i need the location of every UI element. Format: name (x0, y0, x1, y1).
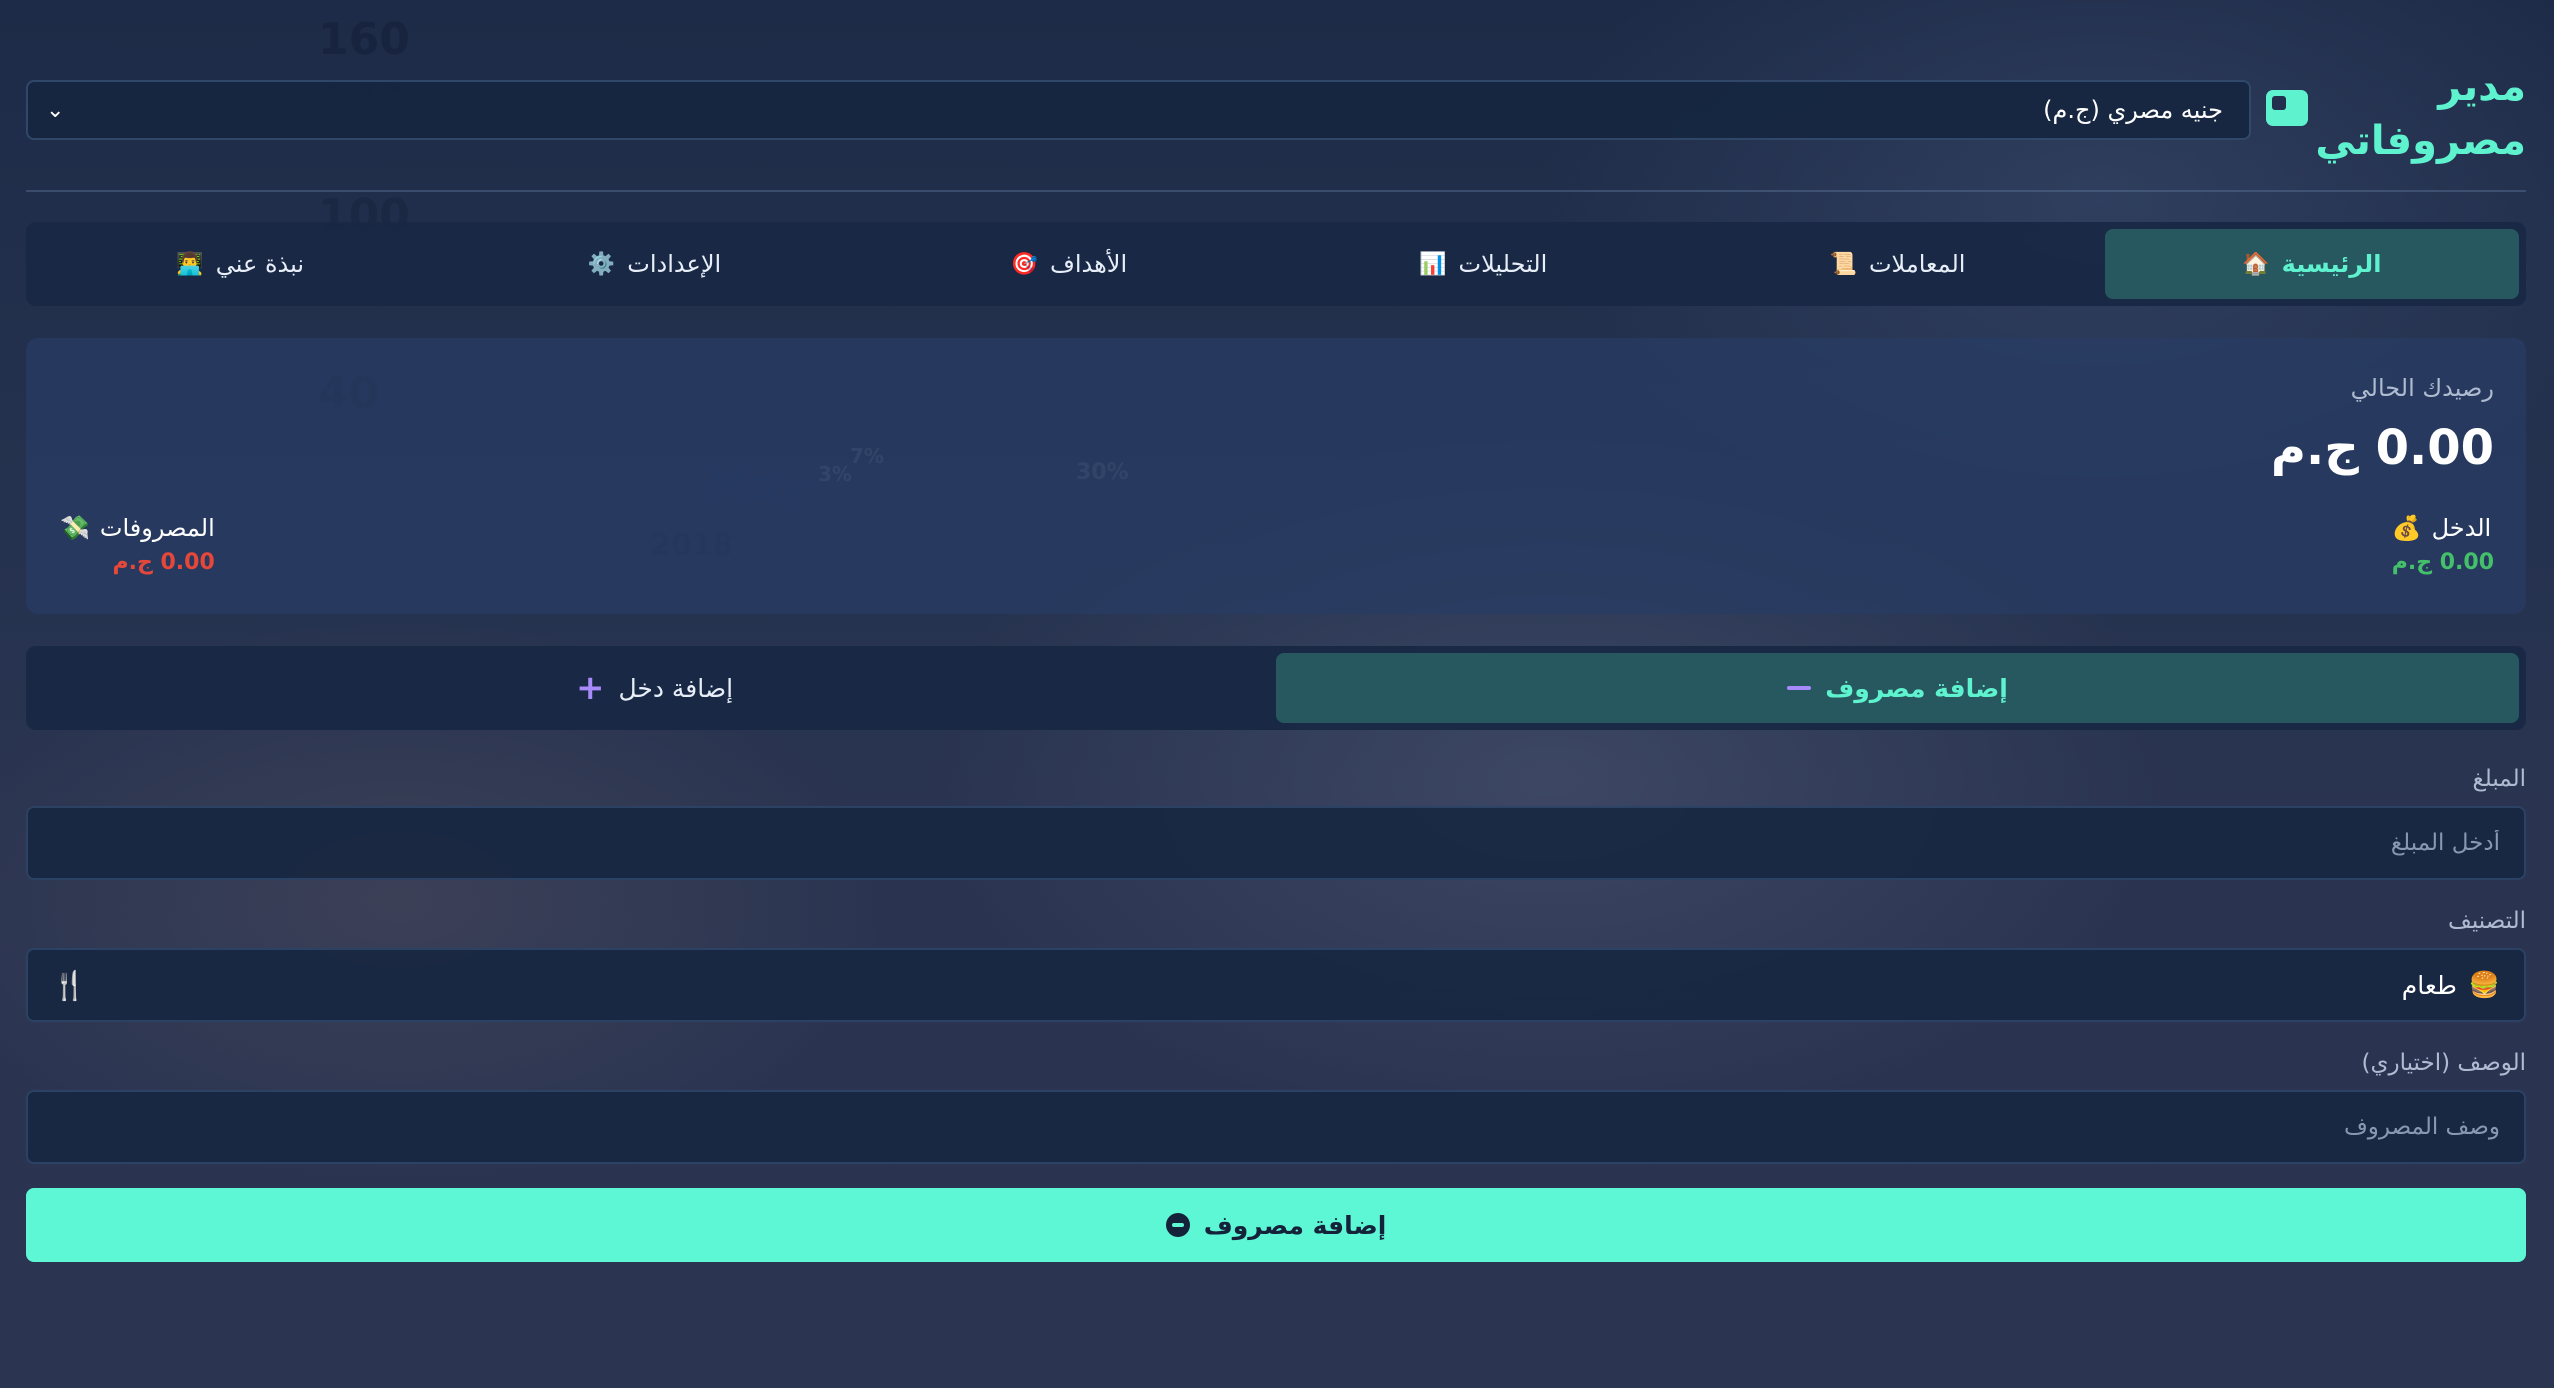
description-input[interactable] (52, 1114, 2500, 1140)
target-icon: 🎯 (1010, 251, 1038, 277)
amount-field (26, 806, 2526, 880)
category-value: طعام (2401, 970, 2457, 1000)
header-divider (26, 190, 2526, 192)
add-income-toggle[interactable]: إضافة دخل + (33, 653, 1276, 723)
brand: مدير مصروفاتي (2266, 60, 2526, 168)
tab-transactions-label: المعاملات (1868, 250, 1966, 278)
expense-summary: المصروفات 💸 0.00 ج.م (60, 514, 215, 575)
description-field (26, 1090, 2526, 1164)
scroll-icon: 📜 (1829, 251, 1857, 277)
tab-about[interactable]: نبذة عني 👨‍💻 (33, 229, 447, 299)
balance-amount: 0.00 ج.م (2270, 420, 2494, 476)
utensils-icon: 🍴 (52, 968, 87, 1002)
income-summary: الدخل 💰 0.00 ج.م (2392, 514, 2494, 575)
amount-input[interactable] (52, 830, 2500, 856)
gear-icon: ⚙️ (587, 251, 616, 277)
minus-icon (1787, 686, 1812, 690)
category-label: التصنيف (2448, 908, 2526, 934)
money-wings-icon: 💸 (60, 514, 90, 542)
tab-home-label: الرئيسية (2281, 250, 2382, 278)
transaction-type-toggle: إضافة مصروف إضافة دخل + (26, 646, 2526, 730)
add-expense-toggle[interactable]: إضافة مصروف (1276, 653, 2519, 723)
amount-label: المبلغ (2472, 766, 2527, 792)
tab-settings[interactable]: الإعدادات ⚙️ (447, 229, 861, 299)
category-select[interactable]: 🍔 طعام 🍴 (26, 948, 2526, 1022)
income-value: 0.00 ج.م (2391, 550, 2494, 575)
tab-home[interactable]: الرئيسية 🏠 (2104, 229, 2519, 299)
description-label: الوصف (اختياري) (2361, 1050, 2526, 1076)
category-selected: 🍔 طعام (2402, 970, 2500, 1000)
house-icon: 🏠 (2242, 251, 2270, 277)
developer-icon: 👨‍💻 (176, 251, 204, 277)
plus-icon: + (575, 668, 605, 708)
balance-label: رصيدك الحالي (2350, 374, 2494, 402)
balance-card: رصيدك الحالي 0.00 ج.م الدخل 💰 0.00 ج.م ا… (26, 338, 2526, 614)
wallet-icon (2266, 90, 2308, 126)
tab-settings-label: الإعدادات (627, 250, 722, 278)
tab-analytics[interactable]: التحليلات 📊 (1276, 229, 1690, 299)
expense-label: المصروفات (99, 514, 215, 542)
submit-expense-button[interactable]: إضافة مصروف (26, 1188, 2526, 1262)
money-bag-icon: 💰 (2391, 514, 2422, 542)
submit-label: إضافة مصروف (1203, 1210, 1387, 1240)
header: مدير مصروفاتي جنيه مصري (ج.م) ⌄ (26, 60, 2526, 190)
tab-goals[interactable]: الأهداف 🎯 (862, 229, 1276, 299)
tab-analytics-label: التحليلات (1458, 250, 1548, 278)
add-income-toggle-label: إضافة دخل (618, 673, 734, 703)
tab-about-label: نبذة عني (215, 250, 305, 278)
add-expense-toggle-label: إضافة مصروف (1825, 673, 2008, 703)
expense-manager-app: مدير مصروفاتي جنيه مصري (ج.م) ⌄ الرئيسية… (26, 0, 2526, 1388)
chevron-down-icon: ⌄ (46, 97, 65, 123)
burger-icon: 🍔 (2468, 970, 2500, 999)
app-title: مدير مصروفاتي (2315, 64, 2526, 164)
currency-select[interactable]: جنيه مصري (ج.م) ⌄ (26, 80, 2251, 140)
expense-value: 0.00 ج.م (112, 550, 215, 575)
income-label: الدخل (2431, 514, 2492, 542)
tab-transactions[interactable]: المعاملات 📜 (1690, 229, 2104, 299)
tab-goals-label: الأهداف (1049, 250, 1128, 278)
bar-chart-icon: 📊 (1419, 251, 1447, 277)
main-tabs: الرئيسية 🏠 المعاملات 📜 التحليلات 📊 الأهد… (26, 222, 2526, 306)
minus-circle-icon (1165, 1213, 1190, 1237)
currency-value: جنيه مصري (ج.م) (2043, 96, 2223, 124)
